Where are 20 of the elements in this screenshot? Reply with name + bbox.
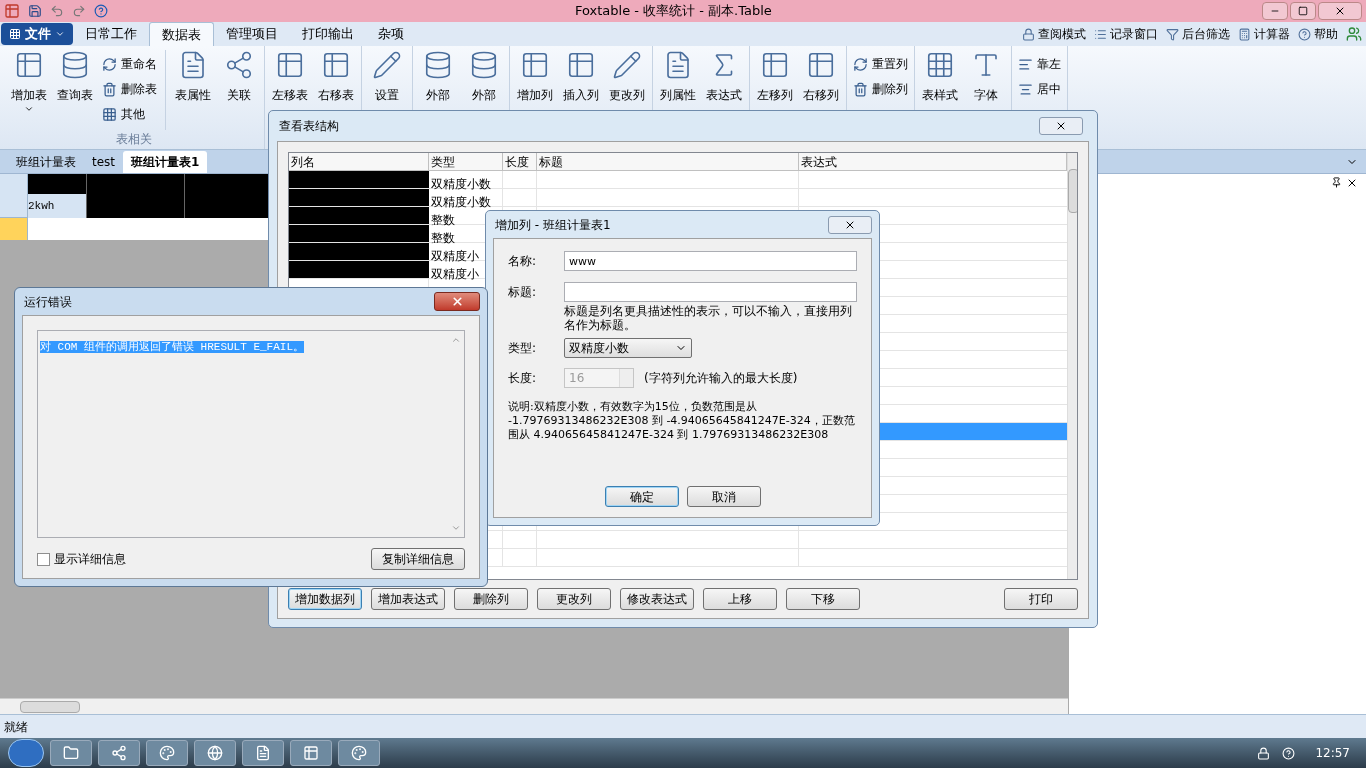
table-cell-text: 双精度小数: [430, 195, 491, 209]
window-title: Foxtable - 收率统计 - 副本.Table: [575, 2, 772, 21]
table-cell-text: 整数: [430, 231, 455, 245]
status-text: 就绪: [4, 718, 28, 736]
group-label: 表相关: [115, 131, 153, 148]
field-label: 标题:: [508, 284, 538, 301]
description-text: 说明:双精度小数，有效数字为15位，负数范围是从 -1.79769313486232E308 到 -4.94065645841247E-324，正数范围从 4.94065645841247E-324 到 1.79769313486232E308: [508, 400, 856, 442]
table-cell-text: 双精度小数: [430, 177, 491, 191]
window-title: 运行错误: [23, 293, 73, 311]
field-label: 长度:: [508, 370, 538, 387]
field-label: 类型:: [508, 340, 538, 357]
table-cell-text: 双精度小: [430, 267, 479, 281]
window-title: 查看表结构: [278, 118, 340, 135]
hint-text: (字符列允许输入的最大长度): [644, 370, 798, 387]
table-cell-text: 整数: [430, 213, 455, 227]
table-cell-text: 双精度小: [430, 249, 479, 263]
window-title: 增加列 - 班组计量表1: [494, 216, 612, 234]
table-header-cell: 2kwh: [28, 194, 86, 218]
hint-text: 标题是列名更具描述性的表示，可以不输入，直接用列名作为标题。: [564, 304, 853, 332]
field-label: 名称:: [508, 253, 538, 270]
